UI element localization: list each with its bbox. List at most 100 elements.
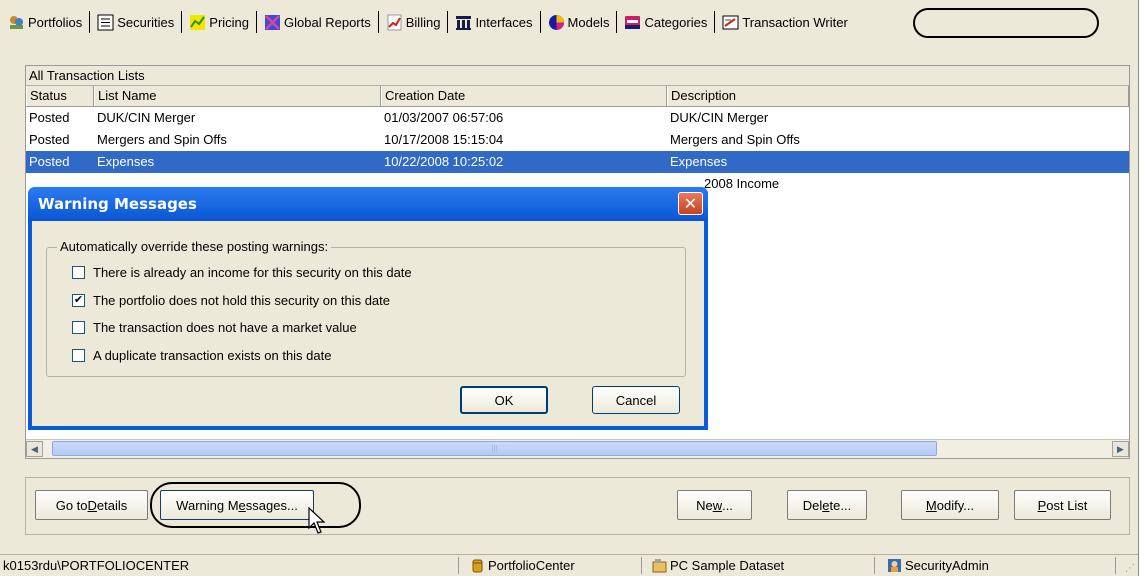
column-header-list-name[interactable]: List Name <box>94 86 381 106</box>
tab-pricing-label: Pricing <box>209 14 250 30</box>
status-role-text: SecurityAdmin <box>905 558 989 573</box>
toolbar-divider <box>539 11 541 33</box>
models-icon <box>548 14 564 30</box>
cell-creation-date: 10/22/2008 10:25:02 <box>384 154 504 169</box>
tab-billing-label: Billing <box>405 14 441 30</box>
pricing-icon <box>190 14 206 30</box>
option-label: A duplicate transaction exists on this d… <box>93 348 332 363</box>
new-label-rest: ... <box>722 497 733 513</box>
toolbar-divider <box>447 11 449 33</box>
ok-button[interactable]: OK <box>460 386 548 414</box>
checkbox[interactable] <box>72 321 85 334</box>
option-not-held[interactable]: ✔ The portfolio does not hold this secur… <box>72 293 390 308</box>
mouse-cursor-icon <box>308 507 326 534</box>
go-to-details-button[interactable]: Go to Details <box>35 490 148 520</box>
tab-billing[interactable]: Billing <box>382 10 445 34</box>
tab-transaction-writer[interactable]: Transaction Writer <box>718 10 851 34</box>
modify-button[interactable]: Modify... <box>901 490 999 520</box>
post-list-mnemonic: P <box>1037 497 1047 513</box>
delete-label: Del <box>802 497 823 513</box>
dialog-title: Warning Messages <box>38 195 197 213</box>
database-icon <box>472 559 483 573</box>
highlight-oval <box>913 8 1099 38</box>
dataset-icon <box>652 559 667 573</box>
option-duplicate[interactable]: A duplicate transaction exists on this d… <box>72 348 331 363</box>
status-dataset: PC Sample Dataset <box>652 555 784 576</box>
checkbox[interactable] <box>72 349 85 362</box>
horizontal-scrollbar[interactable]: ◀ ||| ▶ <box>26 439 1129 458</box>
tab-global-reports-label: Global Reports <box>284 14 371 30</box>
module-toolbar: Portfolios Securities Pricing Global Rep… <box>4 8 852 36</box>
securities-icon <box>97 14 114 30</box>
tab-securities[interactable]: Securities <box>93 10 178 34</box>
warning-messages-label-rest: ssages... <box>245 497 298 513</box>
categories-icon <box>625 15 641 29</box>
table-row[interactable]: Posted DUK/CIN Merger 01/03/2007 06:57:0… <box>26 107 1129 129</box>
status-user-text: k0153rdu\PORTFOLIOCENTER <box>3 558 190 573</box>
status-divider <box>458 557 459 574</box>
group-label: Automatically override these posting war… <box>57 239 332 254</box>
tab-models[interactable]: Models <box>544 10 614 34</box>
tab-categories-label: Categories <box>644 14 708 30</box>
warning-messages-label: Warning M <box>176 497 239 513</box>
tab-portfolios[interactable]: Portfolios <box>4 10 86 34</box>
new-label: Ne <box>696 497 713 513</box>
checkbox[interactable] <box>72 266 85 279</box>
cell-description: Mergers and Spin Offs <box>670 132 800 147</box>
toolbar-divider <box>714 11 716 33</box>
column-header-description[interactable]: Description <box>667 86 1129 106</box>
column-header-status[interactable]: Status <box>26 86 94 106</box>
status-user: k0153rdu\PORTFOLIOCENTER <box>3 555 189 576</box>
scrollbar-thumb[interactable]: ||| <box>52 441 937 456</box>
new-mnemonic: w <box>712 497 723 513</box>
checkmark-icon: ✔ <box>73 294 84 306</box>
panel-title: All Transaction Lists <box>26 66 1129 86</box>
checkbox-checked[interactable]: ✔ <box>72 294 85 307</box>
option-label: The transaction does not have a market v… <box>93 320 357 335</box>
billing-icon <box>387 14 402 30</box>
status-divider <box>1115 557 1116 574</box>
toolbar-divider <box>616 11 618 33</box>
dialog-title-bar[interactable]: Warning Messages ✕ <box>28 187 708 221</box>
cell-description: 2008 Income <box>704 176 780 191</box>
cell-description: DUK/CIN Merger <box>670 110 769 125</box>
tab-transaction-writer-label: Transaction Writer <box>742 14 848 30</box>
warning-messages-button[interactable]: Warning Me ssages... <box>160 490 314 520</box>
toolbar-divider <box>89 11 91 33</box>
table-row-selected[interactable]: Posted Expenses 10/22/2008 10:25:02 Expe… <box>26 151 1129 173</box>
interfaces-icon <box>456 15 472 30</box>
tab-global-reports[interactable]: Global Reports <box>260 10 375 34</box>
new-button[interactable]: Ne w... <box>677 490 752 520</box>
delete-label-rest: te... <box>829 497 852 513</box>
go-to-details-label-rest: etails <box>96 497 128 513</box>
cell-creation-date: 01/03/2007 06:57:06 <box>384 110 504 125</box>
status-role: SecurityAdmin <box>887 555 989 576</box>
status-dataset-text: PC Sample Dataset <box>670 558 785 573</box>
status-divider <box>641 557 642 574</box>
option-label: There is already an income for this secu… <box>93 265 412 280</box>
modify-mnemonic: M <box>925 497 937 513</box>
post-list-button[interactable]: Post List <box>1014 490 1111 520</box>
column-header-creation-date[interactable]: Creation Date <box>381 86 667 106</box>
tab-models-label: Models <box>567 14 610 30</box>
close-icon[interactable]: ✕ <box>678 192 703 215</box>
resize-grip-icon[interactable]: ⋰ <box>1125 563 1135 574</box>
table-row[interactable]: Posted Mergers and Spin Offs 10/17/2008 … <box>26 129 1129 151</box>
modify-label: odify... <box>936 497 975 513</box>
cell-list-name: Expenses <box>97 154 155 169</box>
option-income-exists[interactable]: There is already an income for this secu… <box>72 265 412 280</box>
tab-pricing[interactable]: Pricing <box>185 10 253 34</box>
tab-categories[interactable]: Categories <box>620 10 711 34</box>
delete-button[interactable]: Del e te... <box>787 490 867 520</box>
cancel-button[interactable]: Cancel <box>592 386 680 414</box>
option-no-market-value[interactable]: The transaction does not have a market v… <box>72 320 357 335</box>
scroll-left-icon[interactable]: ◀ <box>26 441 43 457</box>
tab-securities-label: Securities <box>117 14 175 30</box>
scroll-right-icon[interactable]: ▶ <box>1112 441 1129 457</box>
dialog-body: Automatically override these posting war… <box>32 221 704 426</box>
app-window: Portfolios Securities Pricing Global Rep… <box>0 0 1139 576</box>
status-bar: k0153rdu\PORTFOLIOCENTER PortfolioCenter… <box>0 554 1138 576</box>
warning-messages-dialog: Warning Messages ✕ Automatically overrid… <box>28 187 708 430</box>
tab-interfaces[interactable]: Interfaces <box>451 10 536 34</box>
cell-status: Posted <box>29 154 70 169</box>
